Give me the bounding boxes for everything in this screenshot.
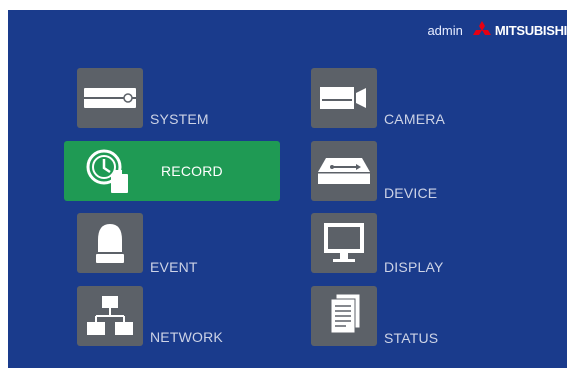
main-menu-panel: admin MITSUBISHI SYSTEM RECORD EVENT NET…	[8, 10, 567, 368]
user-name: admin	[427, 22, 463, 38]
event-icon	[77, 213, 143, 273]
menu-label-display: DISPLAY	[384, 259, 444, 275]
menu-label-record: RECORD	[161, 163, 223, 179]
device-icon	[311, 141, 377, 201]
menu-item-system[interactable]: SYSTEM	[77, 68, 257, 130]
header: admin MITSUBISHI	[427, 21, 567, 39]
system-icon	[77, 68, 143, 128]
menu-label-system: SYSTEM	[150, 111, 209, 127]
menu-label-device: DEVICE	[384, 185, 438, 201]
network-icon	[77, 286, 143, 346]
brand-name: MITSUBISHI	[494, 22, 567, 38]
status-icon	[311, 286, 377, 346]
menu-item-network[interactable]: NETWORK	[77, 286, 257, 348]
menu-item-display[interactable]: DISPLAY	[311, 213, 491, 275]
record-icon	[84, 146, 132, 196]
menu-item-record[interactable]: RECORD	[64, 141, 280, 201]
menu-label-camera: CAMERA	[384, 111, 446, 127]
brand-logo: MITSUBISHI	[471, 21, 567, 39]
camera-icon	[311, 68, 377, 128]
menu-item-camera[interactable]: CAMERA	[311, 68, 491, 130]
menu-item-device[interactable]: DEVICE	[311, 141, 491, 203]
menu-item-event[interactable]: EVENT	[77, 213, 257, 275]
display-icon	[311, 213, 377, 273]
menu-item-status[interactable]: STATUS	[311, 286, 491, 348]
menu-label-status: STATUS	[384, 330, 439, 346]
mitsubishi-logo-icon	[472, 21, 491, 35]
menu-label-network: NETWORK	[150, 329, 223, 345]
menu-label-event: EVENT	[150, 259, 198, 275]
